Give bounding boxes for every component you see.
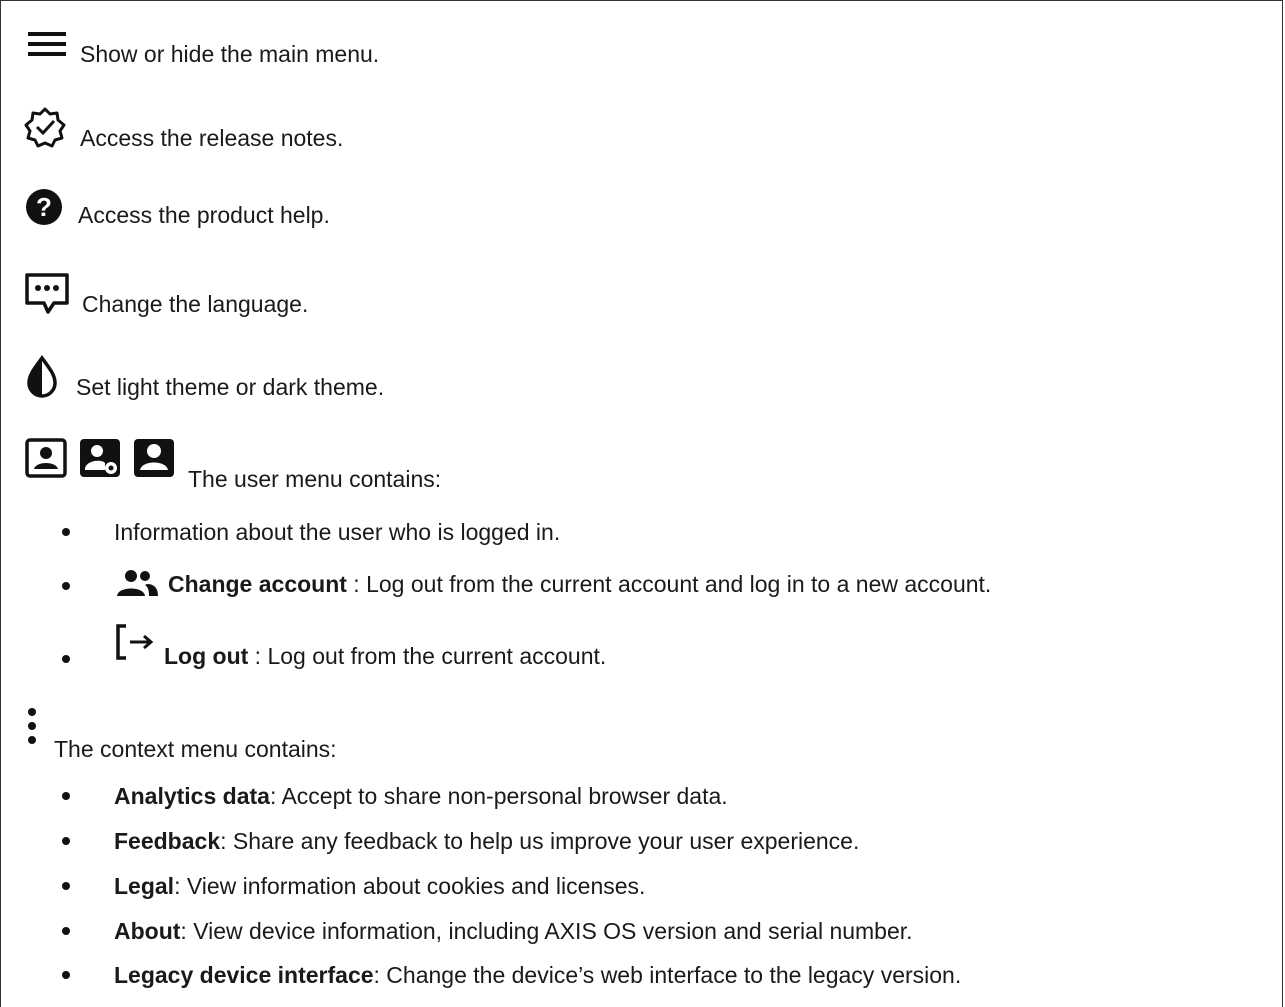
bullet <box>62 792 70 800</box>
about-desc: : View device information, including AXI… <box>180 917 913 944</box>
log-out-icon[interactable] <box>112 622 158 662</box>
theme-row: Set light theme or dark theme. <box>24 355 384 399</box>
more-vert-icon[interactable] <box>24 705 40 747</box>
change-account-icon[interactable] <box>114 568 160 598</box>
user-menu-description: The user menu contains: <box>188 466 442 492</box>
log-out-term: Log out <box>164 643 249 669</box>
language-row: Change the language. <box>24 272 308 316</box>
list-item: Feedback: Share any feedback to help us … <box>62 828 859 854</box>
list-item: Change account : Log out from the curren… <box>62 570 991 600</box>
feedback-desc: : Share any feedback to help us improve … <box>220 827 860 854</box>
list-item: Legacy device interface: Change the devi… <box>62 962 961 988</box>
legal-term: Legal <box>114 872 175 899</box>
help-row: ? Access the product help. <box>24 187 330 227</box>
release-notes-icon[interactable] <box>24 106 66 150</box>
user-settings-icon[interactable] <box>78 437 122 479</box>
theme-description: Set light theme or dark theme. <box>76 374 385 400</box>
user-icon[interactable] <box>24 437 68 479</box>
about-term: About <box>114 917 181 944</box>
bullet <box>62 582 70 590</box>
context-menu-row: The context menu contains: <box>24 705 337 761</box>
user-info-text: Information about the user who is logged… <box>114 518 561 545</box>
bullet <box>62 927 70 935</box>
bullet <box>62 837 70 845</box>
analytics-data-term: Analytics data <box>114 782 270 809</box>
user-menu-row: The user menu contains: <box>24 437 441 491</box>
bullet <box>62 528 70 536</box>
list-item: Legal: View information about cookies an… <box>62 873 645 899</box>
menu-icon[interactable] <box>24 28 70 68</box>
help-description: Access the product help. <box>78 202 330 228</box>
change-account-desc: : Log out from the current account and l… <box>346 571 992 597</box>
release-notes-row: Access the release notes. <box>24 106 343 150</box>
release-notes-description: Access the release notes. <box>80 125 344 151</box>
bullet <box>62 971 70 979</box>
help-icon[interactable]: ? <box>24 187 64 227</box>
svg-text:?: ? <box>36 192 52 222</box>
language-icon[interactable] <box>24 272 70 316</box>
menu-description: Show or hide the main menu. <box>80 41 380 67</box>
legal-desc: : View information about cookies and lic… <box>174 872 646 899</box>
list-item: Information about the user who is logged… <box>62 519 560 545</box>
change-account-term: Change account <box>168 571 347 597</box>
language-description: Change the language. <box>82 291 309 317</box>
analytics-data-desc: : Accept to share non-personal browser d… <box>269 782 728 809</box>
bullet <box>62 882 70 890</box>
theme-icon[interactable] <box>24 355 60 399</box>
context-menu-description: The context menu contains: <box>54 736 337 762</box>
list-item: About: View device information, includin… <box>62 918 913 944</box>
feedback-term: Feedback <box>114 827 221 854</box>
menu-row: Show or hide the main menu. <box>24 28 379 68</box>
list-item: Log out : Log out from the current accou… <box>62 624 606 674</box>
user-filled-icon[interactable] <box>132 437 176 479</box>
bullet <box>62 655 70 663</box>
log-out-desc: : Log out from the current account. <box>248 643 607 669</box>
page-frame <box>0 0 1283 1007</box>
list-item: Analytics data: Accept to share non-pers… <box>62 783 728 809</box>
legacy-interface-term: Legacy device interface <box>114 961 374 988</box>
legacy-interface-desc: : Change the device’s web interface to t… <box>373 961 962 988</box>
